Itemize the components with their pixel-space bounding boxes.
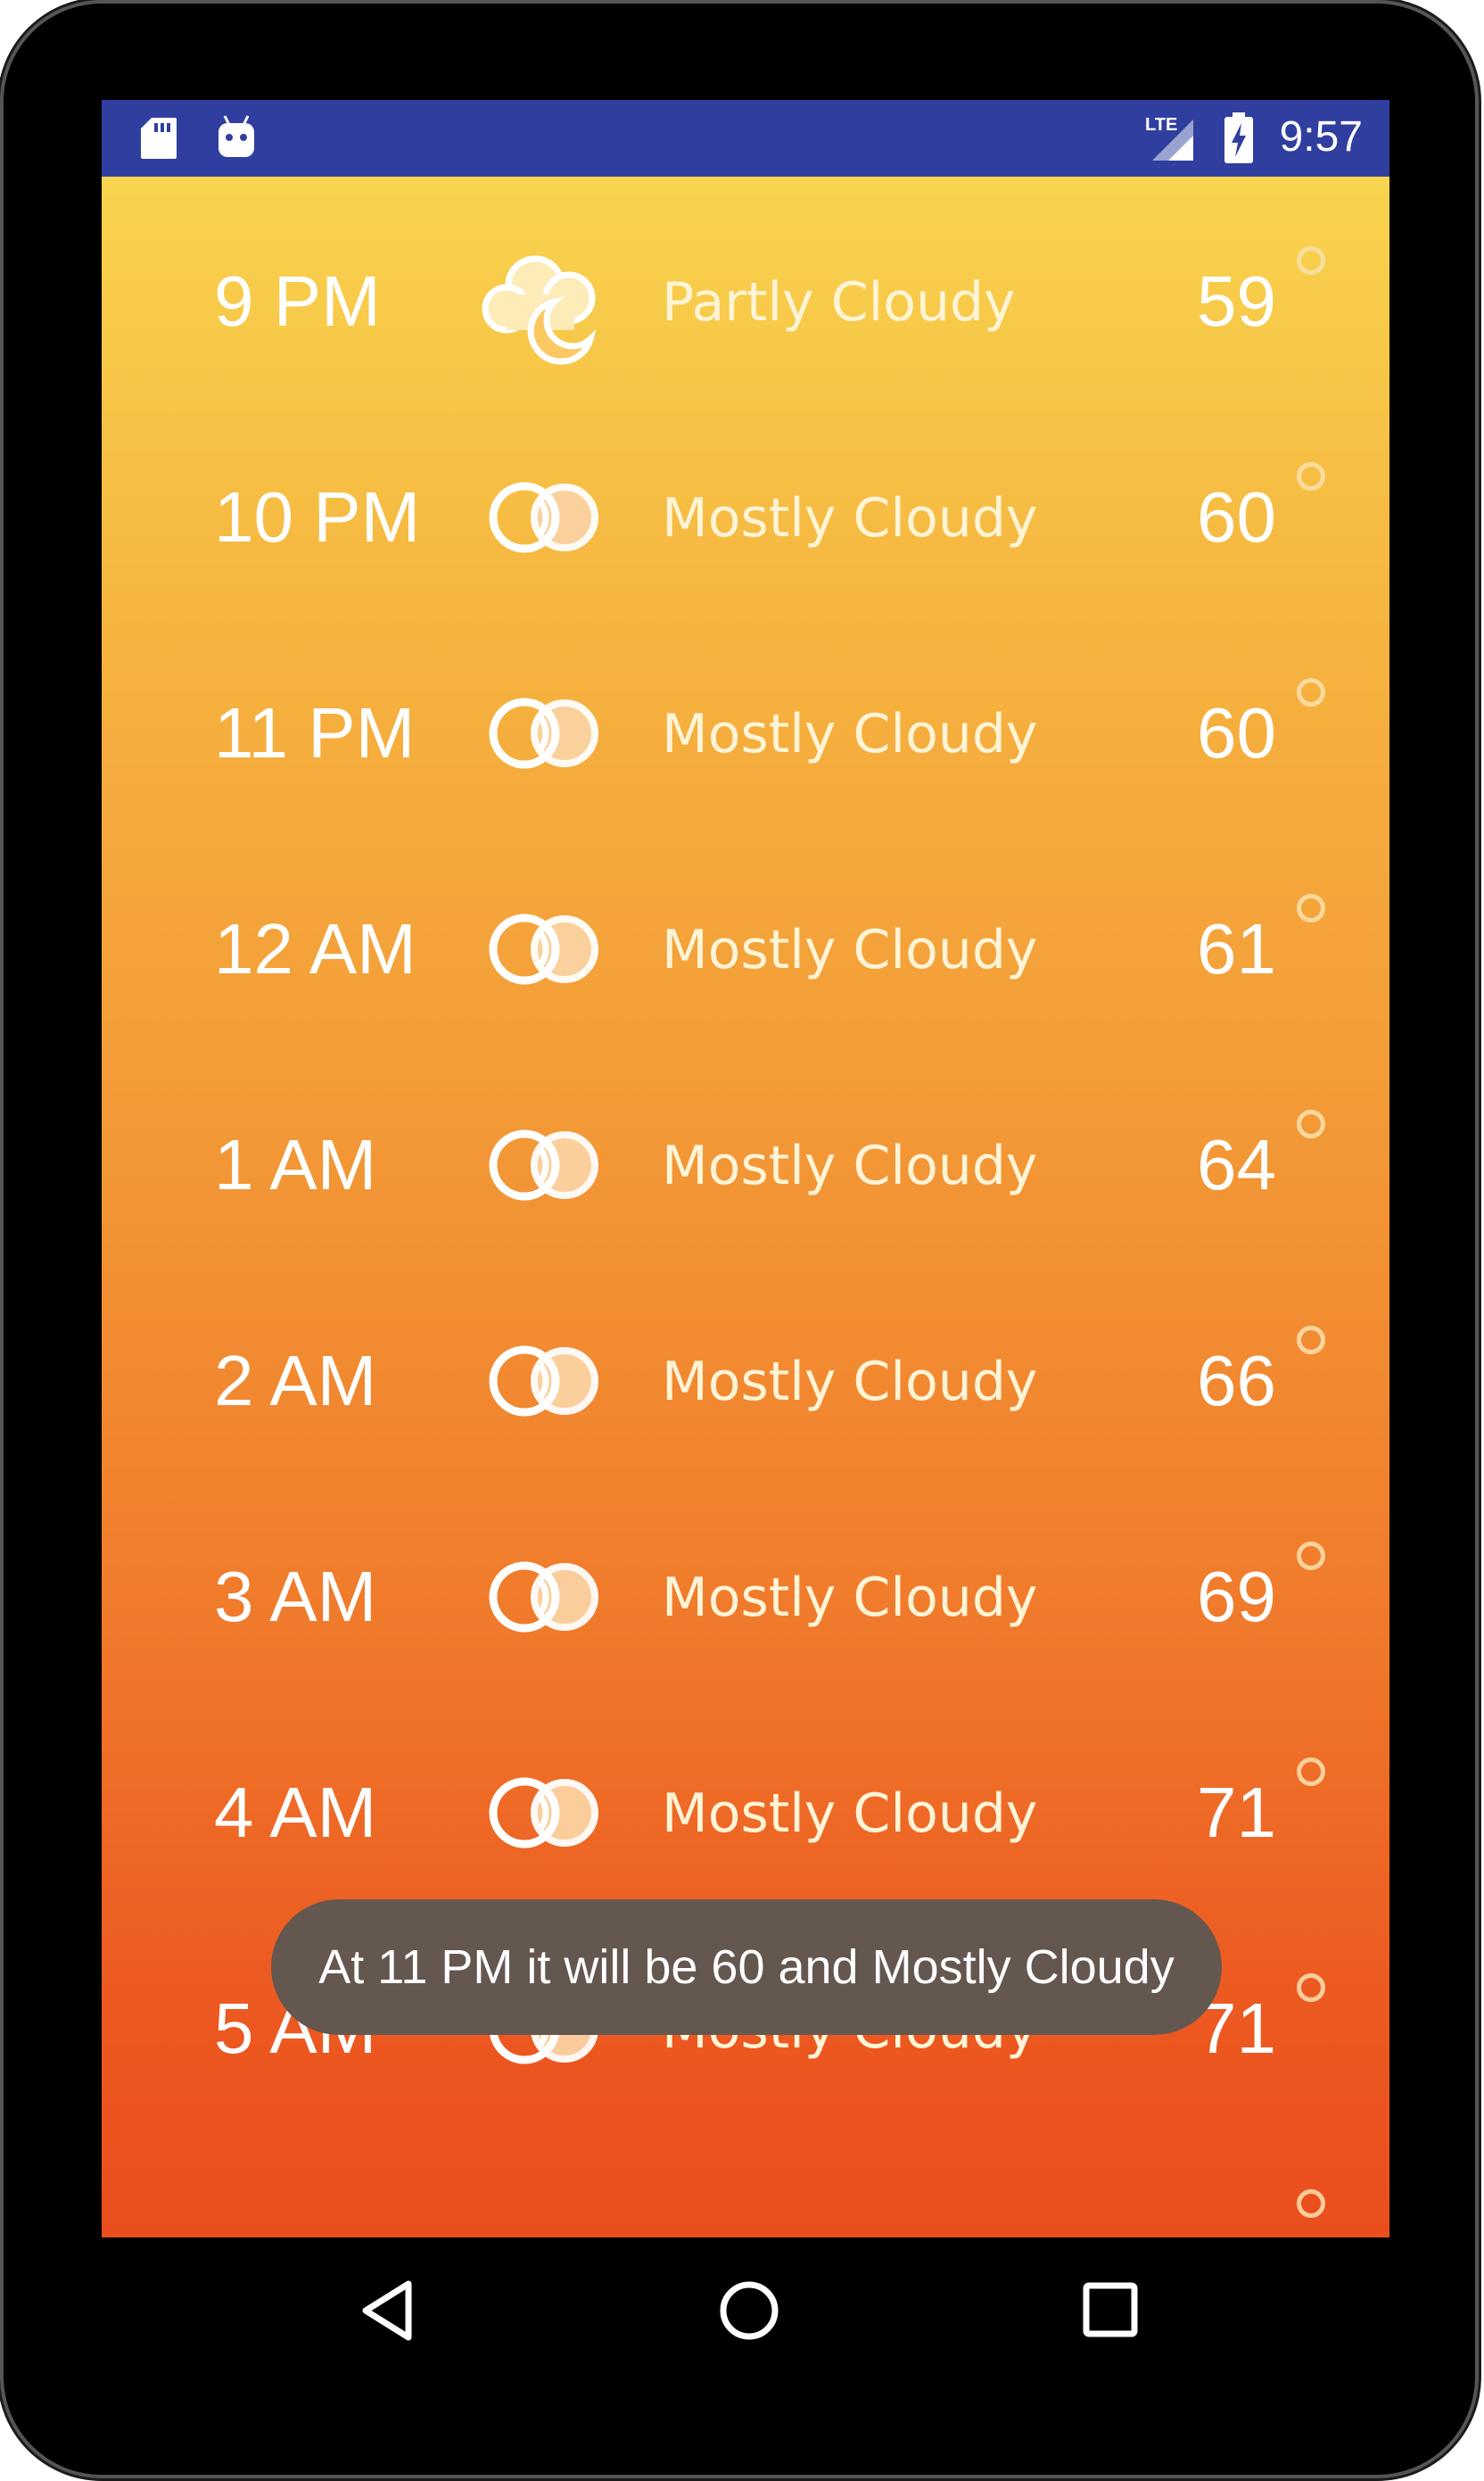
forecast-row[interactable]: 11 PM Mostly Cloudy 60: [102, 633, 1389, 849]
recents-icon[interactable]: [1076, 2275, 1147, 2346]
forecast-time: 4 AM: [214, 1773, 377, 1852]
lte-signal-icon: LTE: [1145, 115, 1193, 161]
forecast-row[interactable]: 10 PM Mostly Cloudy 60: [102, 418, 1389, 633]
forecast-row[interactable]: 4 AM Mostly Cloudy 71: [102, 1713, 1389, 1929]
degree-symbol: [1297, 246, 1325, 275]
forecast-row[interactable]: 3 AM Mostly Cloudy 69: [102, 1497, 1389, 1713]
back-icon[interactable]: [355, 2275, 426, 2346]
degree-symbol: [1297, 678, 1325, 707]
forecast-row[interactable]: 12 AM Mostly Cloudy 61: [102, 849, 1389, 1065]
degree-symbol: [1297, 1110, 1325, 1138]
screen: LTE 9:57 9 PM Partly Cloudy 59 10 PM Mostly …: [102, 100, 1389, 2237]
forecast-temperature: 71: [1197, 1773, 1276, 1852]
degree-symbol: [1297, 462, 1325, 491]
forecast-time: 3 AM: [214, 1557, 377, 1636]
mostly-cloudy-icon: [469, 1110, 621, 1244]
forecast-temperature: 60: [1197, 693, 1276, 773]
sd-card-icon: [141, 118, 177, 159]
forecast-time: 2 AM: [214, 1341, 377, 1420]
degree-symbol: [1297, 894, 1325, 922]
degree-symbol: [1297, 1542, 1325, 1570]
mostly-cloudy-icon: [469, 1326, 621, 1460]
forecast-time: 1 AM: [214, 1125, 377, 1204]
toast-message: At 11 PM it will be 60 and Mostly Cloudy: [318, 1940, 1175, 1994]
mostly-cloudy-icon: [469, 894, 621, 1028]
forecast-temperature: 64: [1197, 1125, 1276, 1204]
forecast-temperature: 66: [1197, 1341, 1276, 1420]
forecast-condition: Mostly Cloudy: [662, 1782, 1038, 1845]
forecast-row[interactable]: 1 AM Mostly Cloudy 64: [102, 1065, 1389, 1281]
battery-charging-icon: [1224, 112, 1253, 163]
svg-text:LTE: LTE: [1145, 115, 1177, 135]
home-icon[interactable]: [713, 2275, 785, 2346]
forecast-row[interactable]: 9 PM Partly Cloudy 59: [102, 202, 1389, 418]
forecast-temperature: 59: [1197, 261, 1276, 341]
forecast-condition: Mostly Cloudy: [662, 1351, 1038, 1413]
device-frame: LTE 9:57 9 PM Partly Cloudy 59 10 PM Mostly …: [4, 4, 1475, 2475]
forecast-condition: Mostly Cloudy: [662, 487, 1038, 550]
forecast-time: 9 PM: [214, 261, 381, 341]
degree-symbol: [1297, 1757, 1325, 1786]
mostly-cloudy-icon: [469, 678, 621, 812]
toast-notification: At 11 PM it will be 60 and Mostly Cloudy: [271, 1899, 1222, 2035]
mostly-cloudy-icon: [469, 1542, 621, 1675]
forecast-temperature: 61: [1197, 909, 1276, 988]
forecast-temperature: 60: [1197, 477, 1276, 557]
forecast-time: 12 AM: [214, 909, 416, 988]
mostly-cloudy-icon: [469, 462, 621, 596]
forecast-temperature: 69: [1197, 1557, 1276, 1636]
android-icon: [218, 115, 254, 157]
status-time: 9:57: [1279, 113, 1363, 161]
forecast-condition: Mostly Cloudy: [662, 1135, 1038, 1197]
forecast-row[interactable]: 2 AM Mostly Cloudy 66: [102, 1281, 1389, 1497]
status-bar: LTE 9:57: [102, 100, 1389, 177]
forecast-condition: Mostly Cloudy: [662, 1567, 1038, 1629]
degree-symbol: [1297, 2189, 1325, 2218]
degree-symbol: [1297, 1326, 1325, 1354]
degree-symbol: [1297, 1973, 1325, 2002]
mostly-cloudy-icon: [469, 1757, 621, 1891]
forecast-time: 10 PM: [214, 477, 421, 557]
forecast-condition: Partly Cloudy: [662, 271, 1016, 334]
forecast-condition: Mostly Cloudy: [662, 919, 1038, 981]
partly-cloudy-night-icon: [469, 246, 621, 380]
navigation-bar: [102, 2237, 1389, 2389]
forecast-condition: Mostly Cloudy: [662, 703, 1038, 765]
forecast-time: 11 PM: [214, 693, 416, 773]
